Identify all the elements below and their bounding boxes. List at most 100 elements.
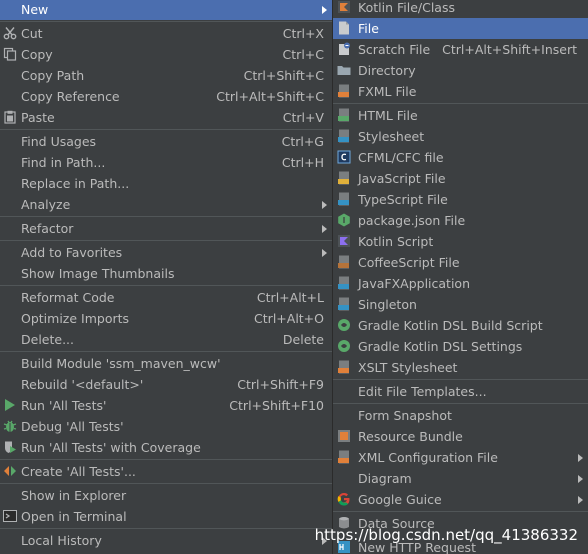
menu-item-label: Debug 'All Tests'	[21, 419, 124, 434]
submenu-item-kotlin-script[interactable]: Kotlin Script	[333, 231, 588, 252]
menu-item-run-with-coverage[interactable]: Run 'All Tests' with Coverage	[0, 437, 332, 458]
scissors-icon	[3, 26, 17, 40]
submenu-item-google-guice[interactable]: Google Guice	[333, 489, 588, 510]
gradle-icon	[337, 318, 351, 332]
menu-item-label: Create 'All Tests'...	[21, 464, 136, 479]
menu-item-label: Singleton	[358, 297, 417, 312]
menu-item-delete[interactable]: Delete... Delete	[0, 329, 332, 350]
menu-item-reformat-code[interactable]: Reformat Code Ctrl+Alt+L	[0, 287, 332, 308]
java-class-icon	[337, 276, 351, 290]
project-context-menu: New Cut Ctrl+X Copy Ctrl+C Copy Path Ctr…	[0, 0, 332, 554]
submenu-item-xslt-stylesheet[interactable]: XSLT Stylesheet	[333, 357, 588, 378]
menu-item-add-to-favorites[interactable]: Add to Favorites	[0, 242, 332, 263]
nodejs-icon	[337, 213, 351, 227]
new-submenu: Kotlin File/Class File Scratch File Ctrl…	[332, 0, 588, 554]
menu-item-show-in-explorer[interactable]: Show in Explorer	[0, 485, 332, 506]
menu-item-paste[interactable]: Paste Ctrl+V	[0, 107, 332, 128]
gradle-icon	[337, 339, 351, 353]
menu-item-label: Show Image Thumbnails	[21, 266, 175, 281]
submenu-item-javafx-application[interactable]: JavaFXApplication	[333, 273, 588, 294]
singleton-icon	[337, 297, 351, 311]
submenu-item-cfml-cfc-file[interactable]: CFML/CFC file	[333, 147, 588, 168]
folder-icon	[337, 63, 351, 77]
menu-item-replace-in-path[interactable]: Replace in Path...	[0, 173, 332, 194]
submenu-item-package-json-file[interactable]: package.json File	[333, 210, 588, 231]
submenu-item-gradle-kotlin-dsl-build-script[interactable]: Gradle Kotlin DSL Build Script	[333, 315, 588, 336]
menu-item-find-usages[interactable]: Find Usages Ctrl+G	[0, 131, 332, 152]
menu-item-copy-reference[interactable]: Copy Reference Ctrl+Alt+Shift+C	[0, 86, 332, 107]
submenu-item-html-file[interactable]: HTML File	[333, 105, 588, 126]
menu-item-label: CoffeeScript File	[358, 255, 460, 270]
menu-item-label: FXML File	[358, 84, 417, 99]
file-icon	[337, 21, 351, 35]
submenu-item-xml-configuration-file[interactable]: XML Configuration File	[333, 447, 588, 468]
menu-item-label: Open in Terminal	[21, 509, 127, 524]
submenu-item-directory[interactable]: Directory	[333, 60, 588, 81]
menu-item-shortcut: Ctrl+Alt+Shift+Insert	[442, 42, 577, 57]
menu-item-label: Cut	[21, 26, 43, 41]
submenu-arrow-icon	[578, 496, 583, 504]
fxml-file-icon	[337, 84, 351, 98]
resource-bundle-icon	[337, 429, 351, 443]
menu-item-cut[interactable]: Cut Ctrl+X	[0, 23, 332, 44]
submenu-item-resource-bundle[interactable]: Resource Bundle	[333, 426, 588, 447]
menu-item-refactor[interactable]: Refactor	[0, 218, 332, 239]
submenu-arrow-icon	[322, 6, 327, 14]
menu-item-rebuild[interactable]: Rebuild '<default>' Ctrl+Shift+F9	[0, 374, 332, 395]
menu-separator	[333, 103, 588, 104]
menu-item-find-in-path[interactable]: Find in Path... Ctrl+H	[0, 152, 332, 173]
submenu-item-edit-file-templates[interactable]: Edit File Templates...	[333, 381, 588, 402]
submenu-item-kotlin-file-class[interactable]: Kotlin File/Class	[333, 0, 588, 18]
menu-item-label: Paste	[21, 110, 55, 125]
submenu-item-javascript-file[interactable]: JavaScript File	[333, 168, 588, 189]
menu-item-local-history[interactable]: Local History	[0, 530, 332, 551]
menu-item-label: Edit File Templates...	[358, 384, 487, 399]
menu-item-build-module[interactable]: Build Module 'ssm_maven_wcw'	[0, 353, 332, 374]
menu-item-create-all-tests[interactable]: Create 'All Tests'...	[0, 461, 332, 482]
menu-item-analyze[interactable]: Analyze	[0, 194, 332, 215]
menu-item-copy-path[interactable]: Copy Path Ctrl+Shift+C	[0, 65, 332, 86]
menu-item-label: Rebuild '<default>'	[21, 377, 144, 392]
menu-item-label: Replace in Path...	[21, 176, 130, 191]
menu-item-new[interactable]: New	[0, 0, 332, 20]
coverage-shield-icon	[3, 440, 17, 454]
submenu-item-fxml-file[interactable]: FXML File	[333, 81, 588, 102]
submenu-item-stylesheet[interactable]: Stylesheet	[333, 126, 588, 147]
submenu-item-typescript-file[interactable]: TypeScript File	[333, 189, 588, 210]
menu-item-label: Stylesheet	[358, 129, 425, 144]
menu-item-label: Kotlin File/Class	[358, 0, 455, 15]
xslt-file-icon	[337, 360, 351, 374]
menu-item-label: XSLT Stylesheet	[358, 360, 458, 375]
submenu-item-diagram[interactable]: Diagram	[333, 468, 588, 489]
menu-item-shortcut: Delete	[282, 332, 324, 347]
menu-item-label: Resource Bundle	[358, 429, 463, 444]
submenu-item-form-snapshot[interactable]: Form Snapshot	[333, 405, 588, 426]
submenu-item-file[interactable]: File	[333, 18, 588, 39]
menu-separator	[333, 511, 588, 512]
menu-item-label: TypeScript File	[358, 192, 448, 207]
submenu-item-singleton[interactable]: Singleton	[333, 294, 588, 315]
submenu-item-scratch-file[interactable]: Scratch File Ctrl+Alt+Shift+Insert	[333, 39, 588, 60]
submenu-arrow-icon	[578, 454, 583, 462]
menu-separator	[0, 129, 332, 130]
menu-item-label: HTML File	[358, 108, 418, 123]
menu-item-optimize-imports[interactable]: Optimize Imports Ctrl+Alt+O	[0, 308, 332, 329]
submenu-item-coffeescript-file[interactable]: CoffeeScript File	[333, 252, 588, 273]
menu-item-debug-all-tests[interactable]: Debug 'All Tests'	[0, 416, 332, 437]
menu-item-label: Diagram	[358, 471, 412, 486]
menu-item-open-in-terminal[interactable]: Open in Terminal	[0, 506, 332, 527]
menu-item-shortcut: Ctrl+Alt+Shift+C	[216, 89, 324, 104]
menu-item-label: JavaScript File	[358, 171, 446, 186]
menu-item-copy[interactable]: Copy Ctrl+C	[0, 44, 332, 65]
menu-item-shortcut: Ctrl+Shift+F10	[229, 398, 324, 413]
context-menu-screen: New Cut Ctrl+X Copy Ctrl+C Copy Path Ctr…	[0, 0, 588, 554]
kotlin-script-icon	[337, 234, 351, 248]
watermark-text: https://blog.csdn.net/qq_41386332	[314, 526, 578, 544]
submenu-item-gradle-kotlin-dsl-settings[interactable]: Gradle Kotlin DSL Settings	[333, 336, 588, 357]
menu-item-show-image-thumbnails[interactable]: Show Image Thumbnails	[0, 263, 332, 284]
submenu-arrow-icon	[578, 475, 583, 483]
submenu-arrow-icon	[322, 249, 327, 257]
menu-item-label: Find in Path...	[21, 155, 106, 170]
menu-item-label: Copy	[21, 47, 53, 62]
menu-item-run-all-tests[interactable]: Run 'All Tests' Ctrl+Shift+F10	[0, 395, 332, 416]
